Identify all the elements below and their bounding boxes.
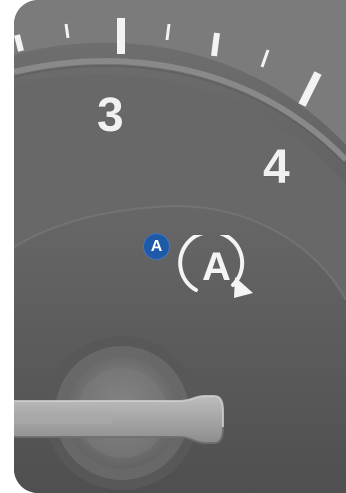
callout-marker-a: A (143, 233, 170, 260)
auto-mode-indicator: A (176, 229, 266, 307)
dial-number-3: 3 (97, 89, 124, 142)
auto-mode-letter: A (202, 245, 231, 289)
instrument-cluster-illustration: 3 4 A A (0, 0, 346, 493)
dial-number-4: 4 (263, 141, 290, 194)
